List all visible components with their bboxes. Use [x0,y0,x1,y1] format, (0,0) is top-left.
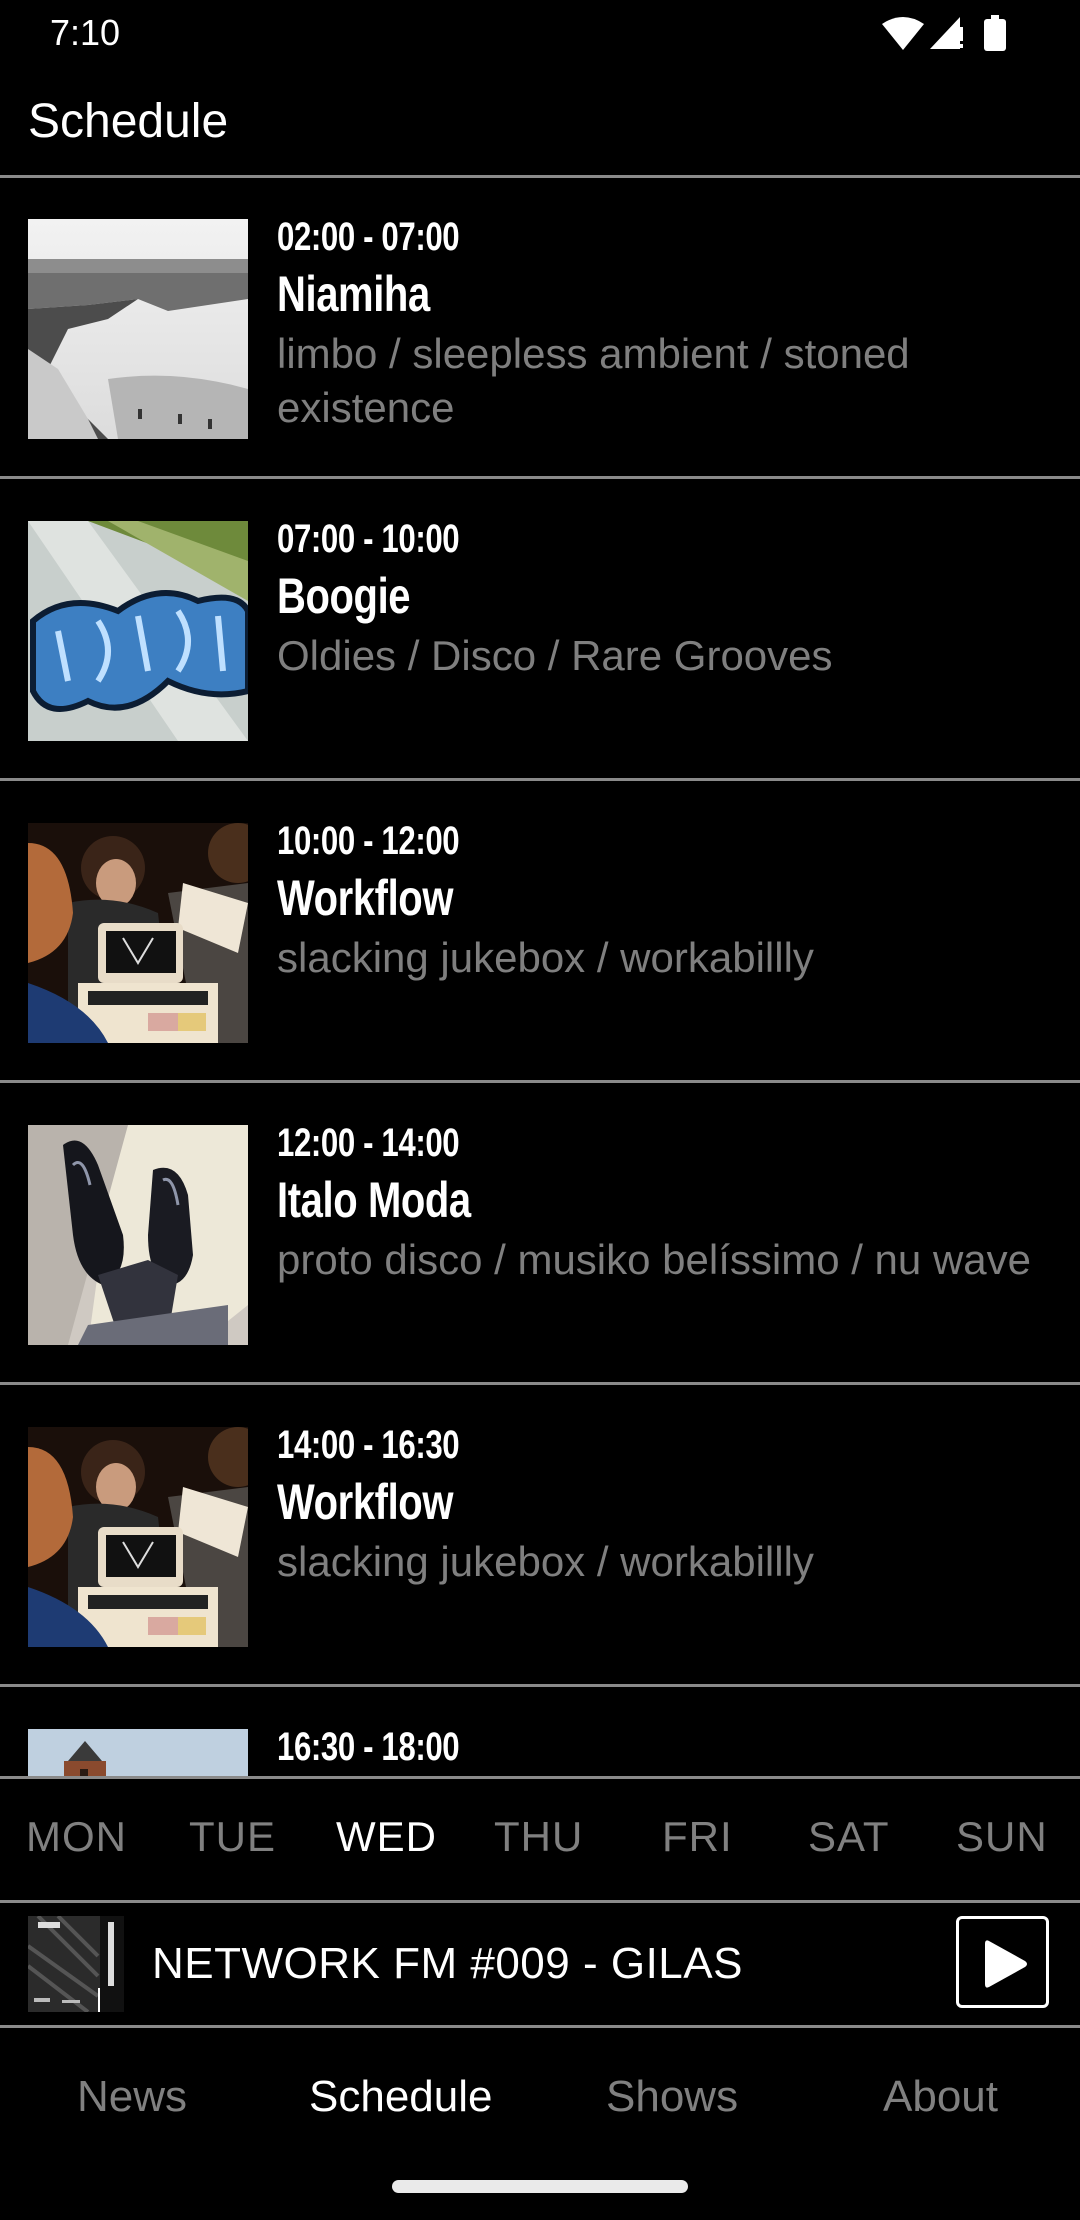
show-title: Workflow [277,870,454,926]
show-info: 10:00 - 12:00 Workflow slacking jukebox … [277,815,1040,985]
show-artwork [28,219,248,439]
leather-shoes-image [28,1125,248,1345]
show-artwork [28,1427,248,1647]
tab-mon[interactable]: MON [26,1813,127,1861]
schedule-item[interactable]: 07:00 - 10:00 Boogie Oldies / Disco / Ra… [0,479,1080,781]
tab-sun[interactable]: SUN [956,1813,1048,1861]
boogie-graffiti-image [28,521,248,741]
show-info: 16:30 - 18:00 [277,1721,1040,1775]
schedule-item[interactable]: 12:00 - 14:00 Italo Moda proto disco / m… [0,1083,1080,1385]
show-genres: Oldies / Disco / Rare Grooves [277,632,833,679]
show-genres: proto disco / musiko belíssimo / nu wave [277,1236,1031,1283]
status-bar: 7:10 [0,0,1080,64]
computer-kids-image [28,823,248,1043]
schedule-item[interactable]: 16:30 - 18:00 [0,1687,1080,1776]
nav-about[interactable]: About [883,2072,998,2122]
tab-fri[interactable]: FRI [662,1813,733,1861]
schedule-item[interactable]: 02:00 - 07:00 Niamiha limbo / sleepless … [0,177,1080,479]
show-time: 16:30 - 18:00 [277,1725,460,1769]
wifi-icon [882,16,924,50]
tab-wed[interactable]: WED [336,1813,437,1861]
show-artwork [28,1125,248,1345]
show-genres: slacking jukebox / workabillly [277,934,814,981]
nav-shows[interactable]: Shows [606,2072,738,2122]
computer-kids-image [28,1427,248,1647]
show-info: 14:00 - 16:30 Workflow slacking jukebox … [277,1419,1040,1589]
network-fm-cover-image [28,1916,124,2012]
show-genres: limbo / sleepless ambient / stoned exist… [277,330,910,431]
show-info: 07:00 - 10:00 Boogie Oldies / Disco / Ra… [277,513,1040,683]
status-time: 7:10 [50,12,121,53]
nav-news[interactable]: News [77,2072,187,2122]
show-time: 10:00 - 12:00 [277,819,460,863]
battery-icon [984,15,1006,51]
play-button[interactable] [956,1916,1049,2008]
show-info: 02:00 - 07:00 Niamiha limbo / sleepless … [277,211,1040,435]
now-playing-title: NETWORK FM #009 - GILAS [152,1939,743,1988]
show-time: 07:00 - 10:00 [277,517,460,561]
home-indicator[interactable] [392,2180,688,2193]
river-landscape-image [28,219,248,439]
show-info: 12:00 - 14:00 Italo Moda proto disco / m… [277,1117,1040,1287]
page-title: Schedule [28,95,229,148]
app-screen: 7:10 Schedule 02:00 - 07:00 Niamiha limb… [0,0,1080,2220]
now-playing-bar[interactable]: NETWORK FM #009 - GILAS [0,1903,1080,2025]
tab-tue[interactable]: TUE [189,1813,276,1861]
show-time: 14:00 - 16:30 [277,1423,460,1467]
schedule-item[interactable]: 14:00 - 16:30 Workflow slacking jukebox … [0,1385,1080,1687]
show-time: 02:00 - 07:00 [277,215,460,259]
status-icons [882,14,1006,52]
bottom-navigation: News Schedule Shows About [0,2028,1080,2168]
tab-thu[interactable]: THU [494,1813,583,1861]
play-icon [985,1940,1027,1988]
show-title: Niamiha [277,266,430,322]
show-title: Boogie [277,568,411,624]
app-bar: Schedule [0,64,1080,176]
show-title: Workflow [277,1474,454,1530]
show-artwork [28,521,248,741]
nav-schedule[interactable]: Schedule [309,2072,492,2122]
brick-tower-image [28,1729,248,1776]
cell-signal-alert-icon [930,15,966,51]
show-title: Italo Moda [277,1172,471,1228]
schedule-list[interactable]: 02:00 - 07:00 Niamiha limbo / sleepless … [0,177,1080,1776]
tab-sat[interactable]: SAT [808,1813,890,1861]
show-artwork [28,1729,248,1776]
show-time: 12:00 - 14:00 [277,1121,460,1165]
now-playing-artwork [28,1916,124,2012]
show-artwork [28,823,248,1043]
schedule-item[interactable]: 10:00 - 12:00 Workflow slacking jukebox … [0,781,1080,1083]
show-genres: slacking jukebox / workabillly [277,1538,814,1585]
day-tabs: MON TUE WED THU FRI SAT SUN [0,1779,1080,1900]
